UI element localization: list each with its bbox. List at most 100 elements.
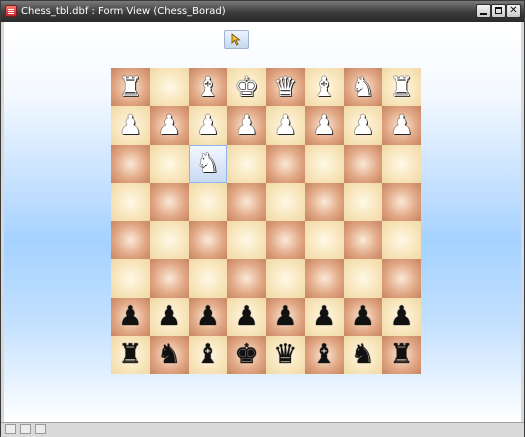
white-pawn-icon[interactable]: ♟ [312, 112, 336, 139]
black-knight-icon[interactable]: ♞ [157, 341, 181, 368]
square-c2[interactable]: ♟ [188, 297, 228, 336]
square-d7[interactable]: ♟ [227, 106, 266, 145]
square-g7[interactable]: ♟ [343, 106, 383, 145]
square-h2[interactable]: ♟ [382, 297, 421, 336]
black-rook-icon[interactable]: ♜ [118, 341, 142, 368]
square-f4[interactable] [304, 221, 344, 260]
black-rook-icon[interactable]: ♜ [390, 341, 414, 368]
square-c3[interactable] [188, 259, 228, 298]
square-h6[interactable] [382, 144, 421, 183]
square-b2[interactable]: ♟ [149, 297, 189, 336]
white-pawn-icon[interactable]: ♟ [390, 112, 414, 139]
black-pawn-icon[interactable]: ♟ [273, 303, 297, 330]
square-f2[interactable]: ♟ [304, 297, 344, 336]
black-bishop-icon[interactable]: ♝ [196, 341, 220, 368]
square-b6[interactable] [149, 144, 189, 183]
white-bishop-icon[interactable]: ♝ [312, 74, 336, 101]
black-pawn-icon[interactable]: ♟ [390, 303, 414, 330]
square-c7[interactable]: ♟ [188, 106, 228, 145]
square-h7[interactable]: ♟ [382, 106, 421, 145]
square-g3[interactable] [343, 259, 383, 298]
square-e2[interactable]: ♟ [266, 297, 305, 336]
close-button[interactable]: ✕ [506, 4, 521, 18]
white-rook-icon[interactable]: ♜ [118, 74, 142, 101]
white-queen-icon[interactable]: ♛ [273, 74, 297, 101]
black-knight-icon[interactable]: ♞ [351, 341, 375, 368]
maximize-button[interactable] [491, 4, 506, 18]
square-f8[interactable]: ♝ [304, 68, 344, 107]
square-f1[interactable]: ♝ [304, 335, 344, 374]
square-b7[interactable]: ♟ [149, 106, 189, 145]
square-h4[interactable] [382, 221, 421, 260]
square-a4[interactable] [111, 221, 150, 260]
square-b3[interactable] [149, 259, 189, 298]
square-c5[interactable] [188, 182, 228, 221]
square-e5[interactable] [266, 182, 305, 221]
white-king-icon[interactable]: ♚ [235, 74, 259, 101]
square-g1[interactable]: ♞ [343, 335, 383, 374]
square-a6[interactable] [111, 144, 150, 183]
square-g8[interactable]: ♞ [343, 68, 383, 107]
square-e8[interactable]: ♛ [266, 68, 305, 107]
black-queen-icon[interactable]: ♛ [273, 341, 297, 368]
square-d6[interactable] [227, 144, 266, 183]
square-a7[interactable]: ♟ [111, 106, 150, 145]
square-f6[interactable] [304, 144, 344, 183]
white-rook-icon[interactable]: ♜ [390, 74, 414, 101]
black-pawn-icon[interactable]: ♟ [312, 303, 336, 330]
white-bishop-icon[interactable]: ♝ [196, 74, 220, 101]
square-c1[interactable]: ♝ [188, 335, 228, 374]
white-pawn-icon[interactable]: ♟ [196, 112, 220, 139]
square-d4[interactable] [227, 221, 266, 260]
black-pawn-icon[interactable]: ♟ [196, 303, 220, 330]
square-d3[interactable] [227, 259, 266, 298]
square-d5[interactable] [227, 182, 266, 221]
white-pawn-icon[interactable]: ♟ [351, 112, 375, 139]
square-h1[interactable]: ♜ [382, 335, 421, 374]
square-f3[interactable] [304, 259, 344, 298]
square-c8[interactable]: ♝ [188, 68, 228, 107]
minimize-button[interactable] [476, 4, 491, 18]
square-h8[interactable]: ♜ [382, 68, 421, 107]
square-b1[interactable]: ♞ [149, 335, 189, 374]
pointer-tool-button[interactable] [224, 30, 249, 49]
white-pawn-icon[interactable]: ♟ [235, 112, 259, 139]
square-h3[interactable] [382, 259, 421, 298]
square-d2[interactable]: ♟ [227, 297, 266, 336]
square-c4[interactable] [188, 221, 228, 260]
title-bar[interactable]: Chess_tbl.dbf : Form View (Chess_Borad) … [1, 1, 524, 22]
square-a1[interactable]: ♜ [111, 335, 150, 374]
square-e3[interactable] [266, 259, 305, 298]
square-a5[interactable] [111, 182, 150, 221]
square-e4[interactable] [266, 221, 305, 260]
black-king-icon[interactable]: ♚ [235, 341, 259, 368]
square-b5[interactable] [149, 182, 189, 221]
square-g5[interactable] [343, 182, 383, 221]
white-pawn-icon[interactable]: ♟ [157, 112, 181, 139]
black-pawn-icon[interactable]: ♟ [235, 303, 259, 330]
square-a3[interactable] [111, 259, 150, 298]
white-pawn-icon[interactable]: ♟ [273, 112, 297, 139]
square-g2[interactable]: ♟ [343, 297, 383, 336]
square-a2[interactable]: ♟ [111, 297, 150, 336]
square-d1[interactable]: ♚ [227, 335, 266, 374]
black-bishop-icon[interactable]: ♝ [312, 341, 336, 368]
white-knight-icon[interactable]: ♞ [351, 74, 375, 101]
square-g6[interactable] [343, 144, 383, 183]
square-b4[interactable] [149, 221, 189, 260]
square-f5[interactable] [304, 182, 344, 221]
square-e7[interactable]: ♟ [266, 106, 305, 145]
square-c6[interactable]: ♞ [188, 144, 228, 183]
black-pawn-icon[interactable]: ♟ [157, 303, 181, 330]
black-pawn-icon[interactable]: ♟ [118, 303, 142, 330]
square-e6[interactable] [266, 144, 305, 183]
square-f7[interactable]: ♟ [304, 106, 344, 145]
white-knight-icon[interactable]: ♞ [196, 150, 220, 177]
square-d8[interactable]: ♚ [227, 68, 266, 107]
black-pawn-icon[interactable]: ♟ [351, 303, 375, 330]
square-a8[interactable]: ♜ [111, 68, 150, 107]
square-h5[interactable] [382, 182, 421, 221]
square-g4[interactable] [343, 221, 383, 260]
square-b8[interactable] [149, 68, 189, 107]
white-pawn-icon[interactable]: ♟ [118, 112, 142, 139]
